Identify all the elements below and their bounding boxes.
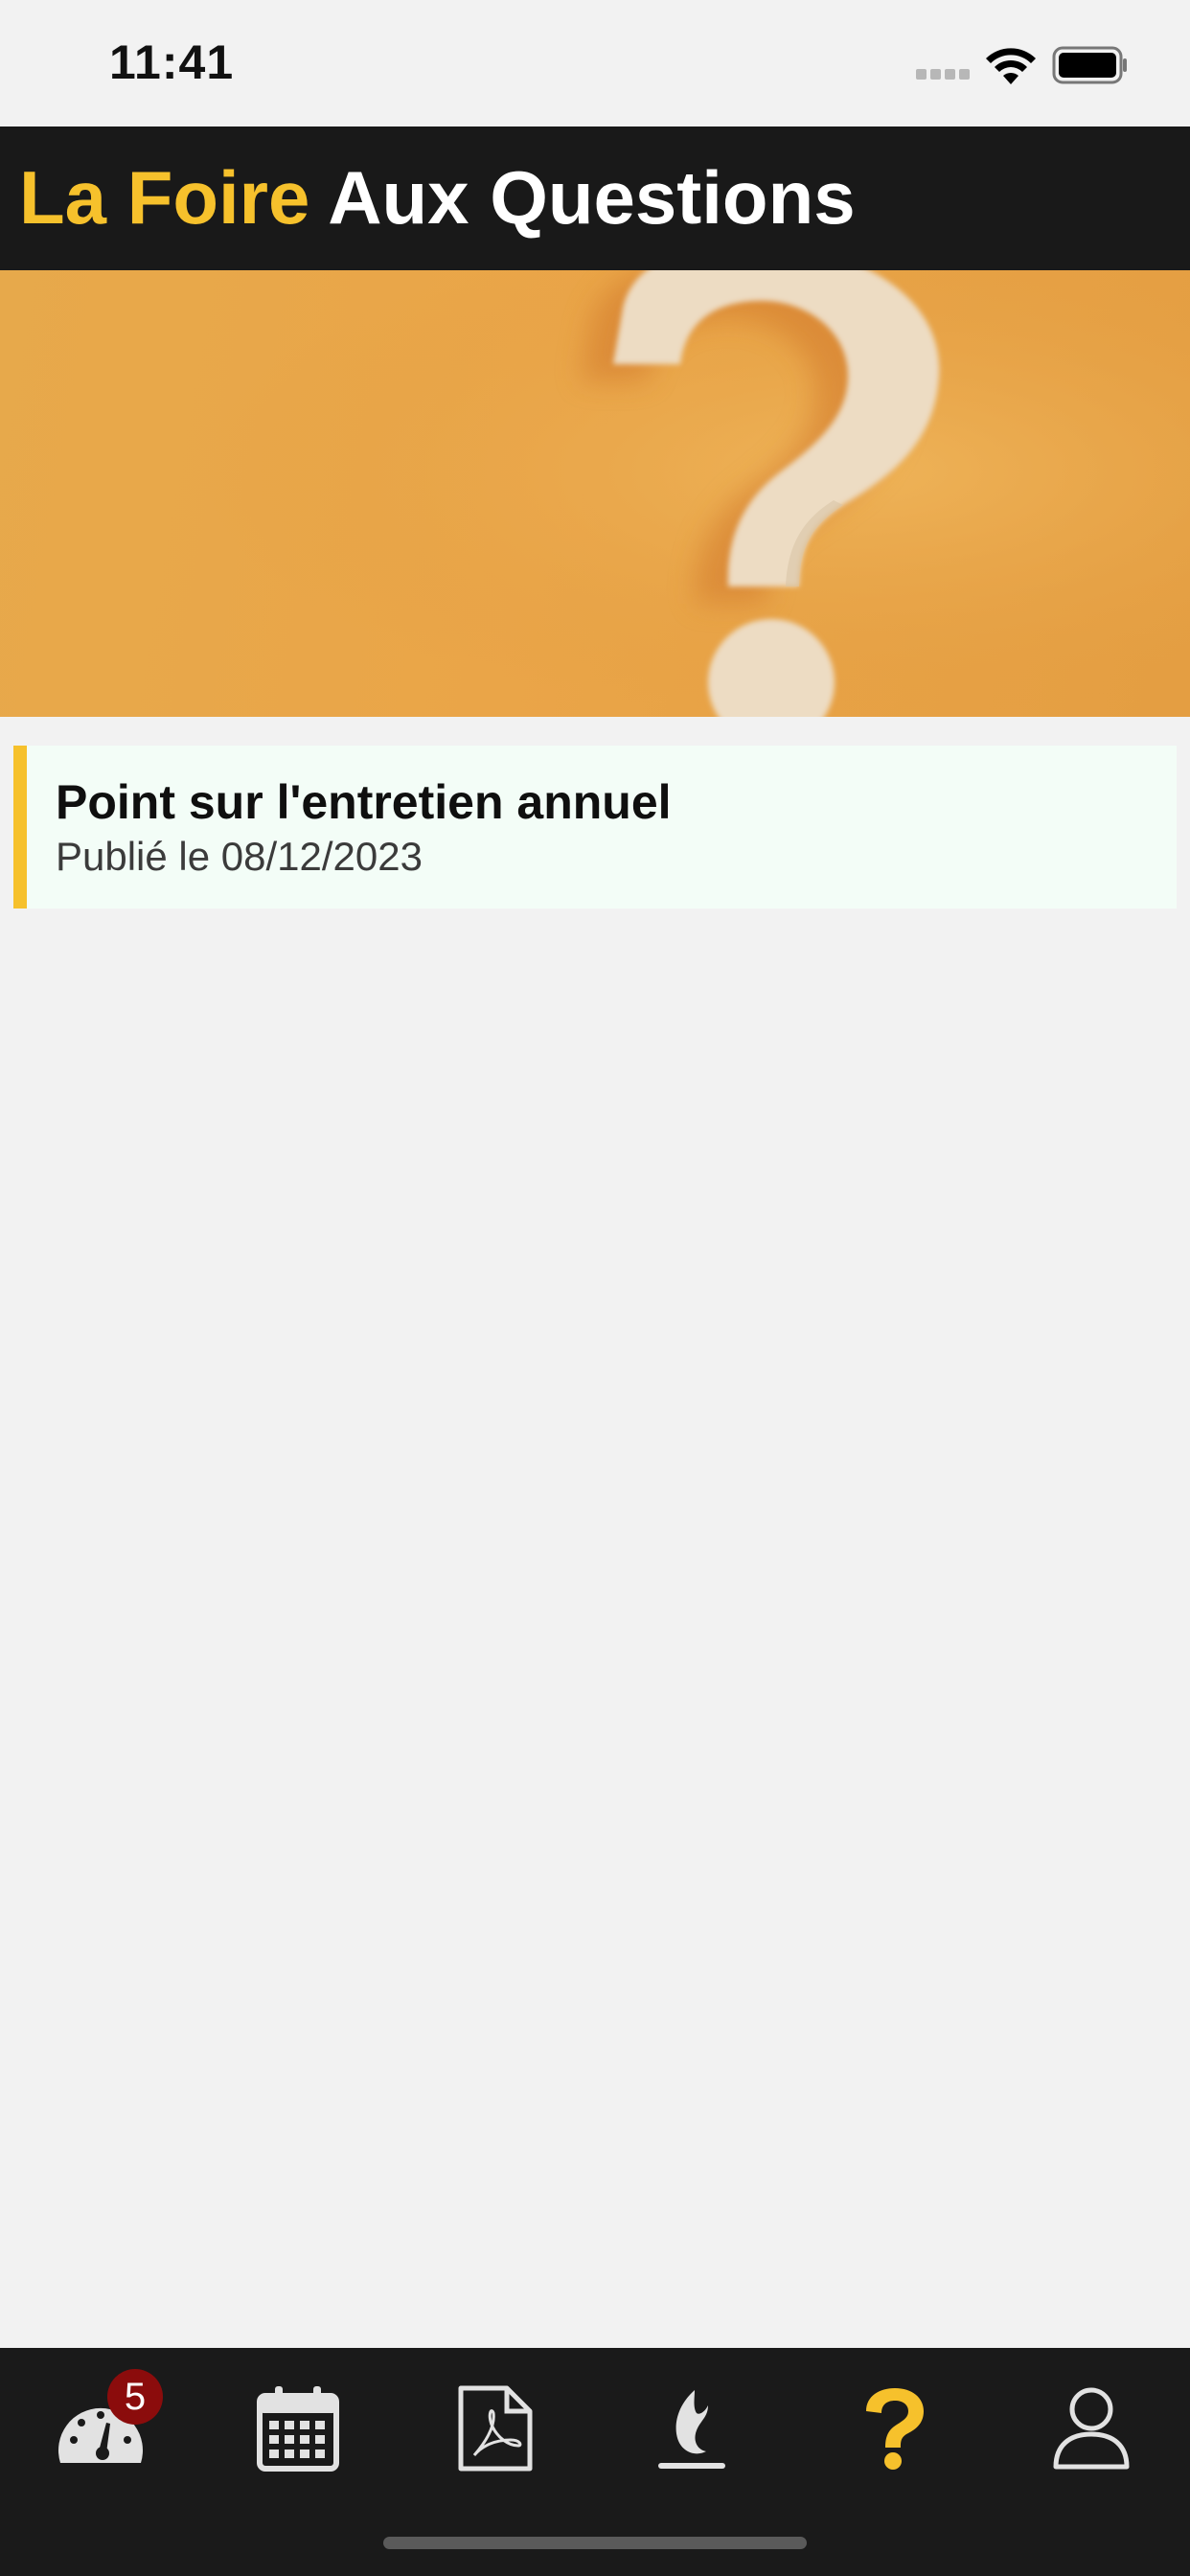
tab-profile[interactable] [1019, 2369, 1163, 2488]
notification-badge: 5 [107, 2369, 163, 2425]
flame-icon [658, 2390, 725, 2469]
battery-icon [1052, 46, 1127, 84]
faq-item-date: Publié le 08/12/2023 [56, 834, 423, 879]
page-title-accent: La Foire [19, 155, 310, 240]
status-time: 11:41 [109, 35, 235, 89]
wifi-icon [986, 48, 1036, 84]
tab-dashboard[interactable]: 5 [29, 2369, 172, 2488]
faq-item-title: Point sur l'entretien annuel [56, 775, 672, 829]
app-header: La Foire Aux Questions [0, 126, 1190, 270]
pdf-document-icon [458, 2385, 533, 2472]
cellular-signal-icon [916, 69, 970, 82]
tab-flame[interactable] [619, 2369, 763, 2488]
tab-documents[interactable] [423, 2369, 567, 2488]
tab-calendar[interactable] [226, 2369, 370, 2488]
tab-faq[interactable] [822, 2369, 966, 2488]
question-mark-icon [866, 2388, 924, 2470]
calendar-icon [257, 2386, 339, 2472]
user-profile-icon [1053, 2387, 1130, 2470]
faq-list: Point sur l'entretien annuel Publié le 0… [13, 746, 1177, 908]
faq-banner-image [0, 270, 1190, 717]
page-title: La Foire Aux Questions [19, 151, 856, 243]
question-mark-illustration [0, 270, 1190, 717]
page-title-rest: Aux Questions [328, 155, 856, 240]
home-indicator [383, 2537, 807, 2549]
faq-item-card[interactable]: Point sur l'entretien annuel Publié le 0… [13, 746, 1177, 908]
status-bar: 11:41 [0, 0, 1190, 126]
